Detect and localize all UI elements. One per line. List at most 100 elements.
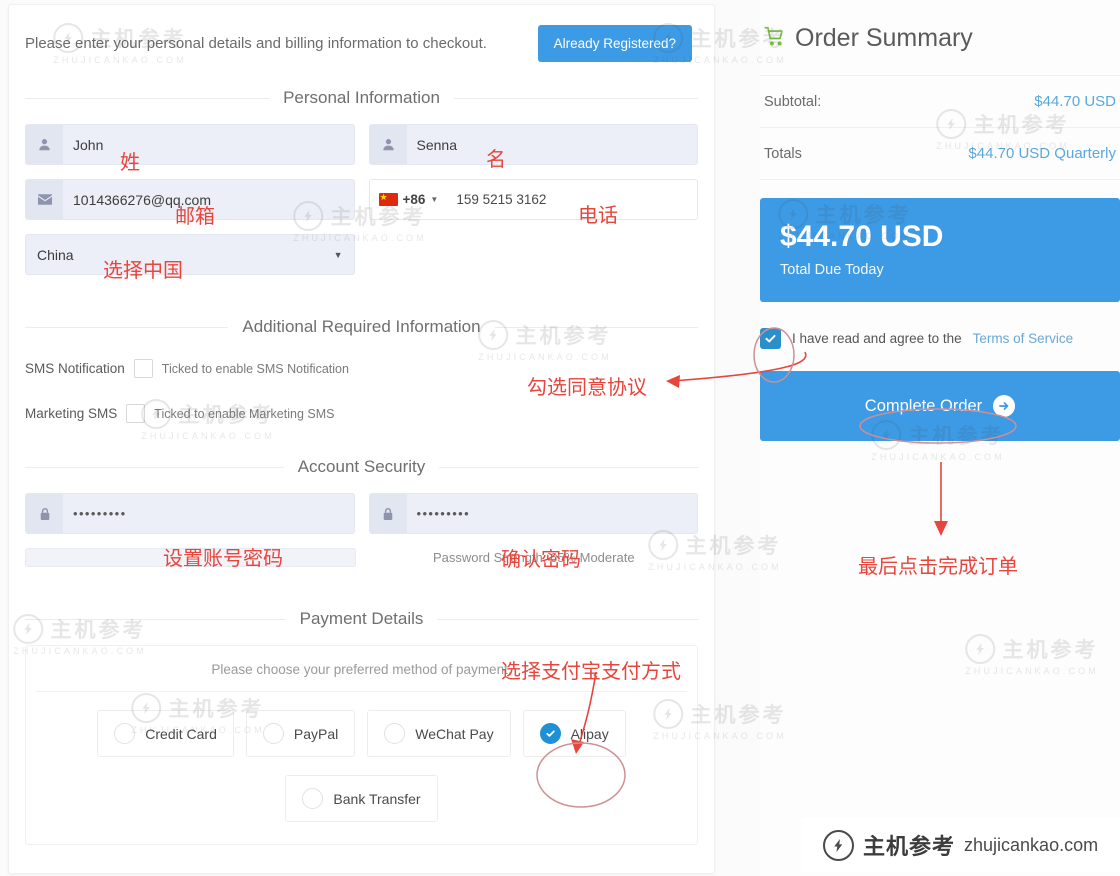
payment-option-alipay[interactable]: Alipay [523, 710, 626, 757]
subtotal-label: Subtotal: [764, 94, 821, 110]
intro-row: Please enter your personal details and b… [9, 5, 714, 62]
total-due-label: Total Due Today [780, 262, 1100, 278]
terms-of-service-row: I have read and agree to the Terms of Se… [760, 328, 1120, 349]
totals-value: $44.70 USD Quarterly [968, 145, 1116, 162]
phone-field[interactable]: +86 ▼ 159 5215 3162 [369, 179, 699, 220]
total-due-amount: $44.70 USD [780, 220, 1100, 253]
radio-icon [302, 788, 323, 809]
payment-option-paypal[interactable]: PayPal [246, 710, 355, 757]
contact-row: 1014366276@qq.com +86 ▼ 159 5215 3162 [25, 179, 698, 220]
email-field[interactable]: 1014366276@qq.com [25, 179, 355, 220]
arrow-right-icon [993, 395, 1015, 417]
payment-methods-box: Please choose your preferred method of p… [25, 645, 698, 845]
complete-order-label: Complete Order [865, 397, 982, 416]
order-summary-panel: Order Summary Subtotal: $44.70 USD Total… [760, 0, 1120, 876]
password-strength-row: Password Strength: 65% Moderate [25, 548, 698, 567]
payment-option-bank-transfer[interactable]: Bank Transfer [285, 775, 437, 822]
divider-left [25, 327, 228, 328]
country-row: China ▼ [25, 234, 698, 275]
divider-right [439, 467, 698, 468]
confirm-password-field[interactable]: ••••••••• [369, 493, 699, 534]
country-select[interactable]: China ▼ [25, 234, 355, 275]
brand-badge-cn: 主机参考 [863, 829, 955, 861]
divider-left [25, 98, 269, 99]
subtotal-row: Subtotal: $44.70 USD [760, 76, 1120, 128]
brand-badge-domain: zhujicankao.com [964, 835, 1098, 856]
password-col: ••••••••• [25, 493, 355, 534]
payment-option-label: Bank Transfer [333, 791, 420, 807]
section-title-personal: Personal Information [283, 88, 440, 108]
order-summary-title: Order Summary [795, 24, 973, 53]
name-row: John Senna [25, 124, 698, 165]
chevron-down-icon: ▼ [334, 250, 343, 260]
email-value: 1014366276@qq.com [63, 180, 354, 219]
phone-number-value: 159 5215 3162 [446, 180, 697, 219]
payment-option-wechat-pay[interactable]: WeChat Pay [367, 710, 510, 757]
first-name-value: John [63, 125, 354, 164]
totals-row: Totals $44.70 USD Quarterly [760, 128, 1120, 180]
china-flag-icon [379, 193, 398, 206]
section-header-payment: Payment Details [25, 609, 698, 629]
section-title-payment: Payment Details [300, 609, 424, 629]
marketing-sms-hint: Ticked to enable Marketing SMS [154, 407, 334, 421]
phone-country-code: +86 [403, 192, 426, 207]
payment-option-label: Credit Card [145, 726, 217, 742]
payment-option-label: PayPal [294, 726, 338, 742]
last-name-value: Senna [407, 125, 698, 164]
password-strength-text: Password Strength: 65% Moderate [370, 550, 699, 565]
email-col: 1014366276@qq.com [25, 179, 355, 220]
country-select-value: China [37, 247, 74, 263]
payment-methods-row-primary: Credit Card PayPal WeChat Pay Alipay [36, 710, 687, 757]
envelope-icon [26, 180, 63, 219]
section-header-security: Account Security [25, 457, 698, 477]
confirm-password-value: ••••••••• [407, 494, 698, 533]
country-code-selector[interactable]: +86 ▼ [370, 180, 447, 219]
divider-right [454, 98, 698, 99]
password-value: ••••••••• [63, 494, 354, 533]
lock-icon [370, 494, 407, 533]
already-registered-button[interactable]: Already Registered? [538, 25, 692, 62]
payment-option-credit-card[interactable]: Credit Card [97, 710, 234, 757]
radio-selected-icon [540, 723, 561, 744]
terms-of-service-link[interactable]: Terms of Service [973, 331, 1074, 346]
complete-order-button[interactable]: Complete Order [760, 371, 1120, 441]
payment-choose-text: Please choose your preferred method of p… [36, 662, 687, 692]
divider-right [437, 619, 698, 620]
marketing-sms-checkbox[interactable] [126, 404, 145, 423]
terms-checkbox[interactable] [760, 328, 781, 349]
total-due-box: $44.70 USD Total Due Today [760, 198, 1120, 302]
country-spacer [369, 234, 699, 275]
country-col: China ▼ [25, 234, 355, 275]
section-title-security: Account Security [298, 457, 426, 477]
checkout-form-card: Please enter your personal details and b… [8, 4, 715, 874]
intro-text: Please enter your personal details and b… [25, 35, 487, 52]
user-icon [370, 125, 407, 164]
lock-icon [26, 494, 63, 533]
divider-left [25, 467, 284, 468]
section-header-additional: Additional Required Information [25, 317, 698, 337]
terms-text: I have read and agree to the [792, 331, 962, 346]
zhujicankao-logo-icon [823, 830, 854, 861]
first-name-field[interactable]: John [25, 124, 355, 165]
user-icon [26, 125, 63, 164]
sms-notification-label: SMS Notification [25, 361, 125, 376]
radio-icon [114, 723, 135, 744]
last-name-col: Senna [369, 124, 699, 165]
section-title-additional: Additional Required Information [242, 317, 480, 337]
password-field[interactable]: ••••••••• [25, 493, 355, 534]
chevron-down-icon: ▼ [430, 195, 438, 204]
confirm-password-col: ••••••••• [369, 493, 699, 534]
sms-notification-checkbox[interactable] [134, 359, 153, 378]
password-strength-bar [25, 548, 356, 567]
order-summary-header: Order Summary [760, 0, 1120, 76]
subtotal-value: $44.70 USD [1034, 93, 1116, 110]
totals-label: Totals [764, 146, 802, 162]
phone-col: +86 ▼ 159 5215 3162 [369, 179, 699, 220]
divider-right [495, 327, 698, 328]
last-name-field[interactable]: Senna [369, 124, 699, 165]
section-header-personal: Personal Information [25, 88, 698, 108]
divider-left [25, 619, 286, 620]
payment-option-label: Alipay [571, 726, 609, 742]
shopping-cart-icon [764, 26, 785, 51]
payment-methods-row-secondary: Bank Transfer [36, 775, 687, 822]
